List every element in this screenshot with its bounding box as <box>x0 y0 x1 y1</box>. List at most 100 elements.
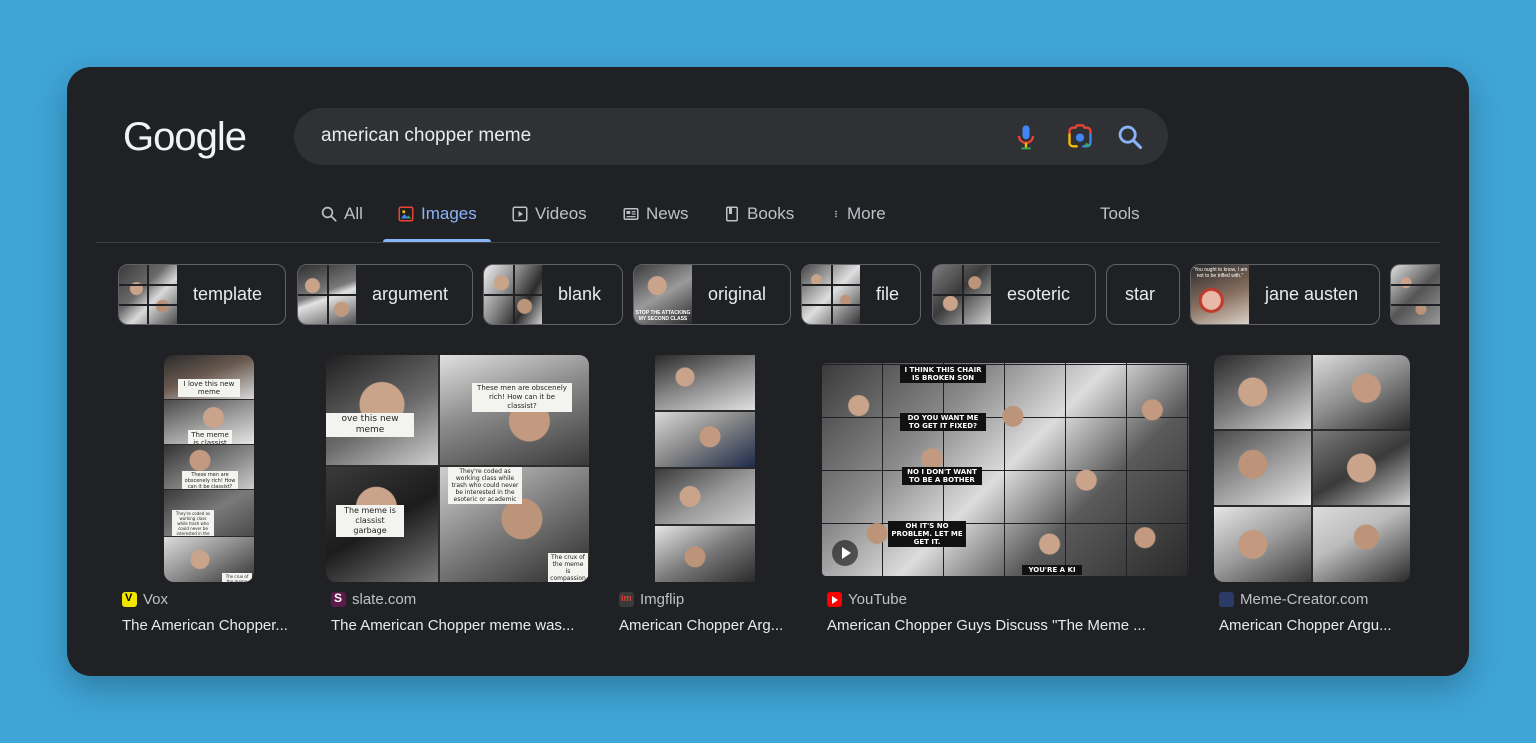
meme-caption: NO I DON'T WANT TO BE A BOTHER <box>902 467 982 485</box>
camera-lens-icon[interactable] <box>1066 123 1094 151</box>
result-source-meme-creator[interactable]: Meme-Creator.com <box>1219 591 1368 608</box>
result-meme-creator[interactable] <box>1214 355 1410 582</box>
meme-caption: YOU'RE A KI <box>1022 565 1082 575</box>
chip-thumbnail: STOP THE ATTACKING MY SECOND CLASS <box>634 265 692 324</box>
chip-thumbnail <box>933 265 991 324</box>
result-source-imgflip[interactable]: im Imgflip <box>619 591 684 608</box>
result-image[interactable] <box>1214 355 1410 582</box>
chip-esoteric[interactable]: esoteric <box>932 264 1096 325</box>
chip-star[interactable]: star <box>1106 264 1180 325</box>
meme-caption: I THINK THIS CHAIR IS BROKEN SON <box>900 365 986 383</box>
youtube-logo-icon <box>827 592 842 607</box>
mic-icon[interactable] <box>1012 123 1040 151</box>
result-source-vox[interactable]: V Vox <box>122 591 168 608</box>
result-vox[interactable]: I love this new meme The meme is classis… <box>164 355 254 582</box>
meme-panel: The meme is classist garbage <box>326 467 438 582</box>
chip-partial[interactable] <box>1390 264 1440 325</box>
meme-panel: I love this new meme <box>164 355 254 399</box>
chip-file[interactable]: file <box>801 264 921 325</box>
book-icon <box>726 206 738 222</box>
meme-panel: They're coded as working class while tra… <box>164 490 254 536</box>
result-title-slate[interactable]: The American Chopper meme was... <box>331 617 586 634</box>
tab-images[interactable]: Images <box>383 198 491 242</box>
google-logo[interactable]: Google <box>123 115 247 160</box>
result-title-vox[interactable]: The American Chopper... <box>122 617 297 634</box>
chip-blank[interactable]: blank <box>483 264 623 325</box>
tab-more-label: More <box>847 204 886 223</box>
search-box[interactable]: american chopper meme <box>294 108 1168 165</box>
meme-caption: They're coded as working class while tra… <box>172 510 214 536</box>
meme-creator-logo-icon <box>1219 592 1234 607</box>
tab-videos[interactable]: Videos <box>511 198 587 242</box>
tools-button[interactable]: Tools <box>1100 204 1140 224</box>
meme-caption: ove this new meme <box>326 413 414 437</box>
result-image[interactable] <box>655 355 755 582</box>
result-source-youtube[interactable]: YouTube <box>827 591 907 608</box>
vox-logo-icon: V <box>122 592 137 607</box>
search-results-window: Google american chopper meme All Images … <box>67 67 1469 676</box>
imgflip-logo-icon: im <box>619 592 634 607</box>
meme-caption: The meme is classist garbage <box>188 430 232 444</box>
result-image[interactable]: I THINK THIS CHAIR IS BROKEN SON DO YOU … <box>822 363 1189 576</box>
meme-caption: I love this new meme <box>178 379 240 397</box>
chip-thumbnail <box>484 265 542 324</box>
tab-all[interactable]: All <box>320 198 363 242</box>
tab-all-label: All <box>344 204 363 223</box>
meme-caption: OH IT'S NO PROBLEM. LET ME GET IT. <box>888 521 966 547</box>
tab-news-label: News <box>646 204 689 223</box>
chip-argument[interactable]: argument <box>297 264 473 325</box>
play-icon[interactable] <box>832 540 858 566</box>
chip-jane-austen[interactable]: "You ought to know, I am not to be trifl… <box>1190 264 1380 325</box>
result-title-imgflip[interactable]: American Chopper Arg... <box>619 617 794 634</box>
chip-label: original <box>708 284 767 304</box>
meme-panel <box>655 526 755 582</box>
chip-thumbnail: "You ought to know, I am not to be trifl… <box>1191 265 1249 324</box>
chip-thumb-caption: "You ought to know, I am not to be trifl… <box>1192 267 1248 279</box>
chip-original[interactable]: STOP THE ATTACKING MY SECOND CLASS origi… <box>633 264 791 325</box>
chip-label: esoteric <box>1007 284 1071 304</box>
meme-panel: They're coded as working class while tra… <box>440 467 589 582</box>
more-vert-icon <box>835 210 837 218</box>
slate-logo-icon: S <box>331 591 346 607</box>
search-input[interactable]: american chopper meme <box>321 125 531 147</box>
result-title-meme-creator[interactable]: American Chopper Argu... <box>1219 617 1399 634</box>
meme-caption: DO YOU WANT ME TO GET IT FIXED? <box>900 413 986 431</box>
chip-label: star <box>1125 284 1156 304</box>
newspaper-icon <box>623 208 639 220</box>
search-icon[interactable] <box>1116 123 1144 151</box>
chip-thumb-caption: STOP THE ATTACKING MY SECOND CLASS <box>635 310 691 322</box>
tab-news[interactable]: News <box>622 198 689 242</box>
tab-books-label: Books <box>747 204 795 223</box>
tabs-divider <box>96 242 1440 243</box>
result-source-label: Vox <box>143 591 169 608</box>
result-source-label: Meme-Creator.com <box>1240 591 1369 608</box>
meme-panel: The crux of the meme <box>164 537 254 582</box>
result-source-label: YouTube <box>848 591 907 608</box>
chip-label: blank <box>558 284 602 304</box>
result-image[interactable]: I love this new meme The meme is classis… <box>164 355 254 582</box>
meme-panel <box>1214 355 1311 429</box>
chip-label: argument <box>372 284 449 304</box>
chip-thumbnail <box>119 265 177 324</box>
result-image[interactable]: ove this new meme These men are obscenel… <box>326 355 589 582</box>
meme-panel: These men are obscenely rich! How can it… <box>440 355 589 465</box>
meme-caption: They're coded as working class while tra… <box>448 467 522 504</box>
chip-thumbnail <box>1391 265 1440 324</box>
meme-panel <box>1313 431 1410 505</box>
result-source-slate[interactable]: S slate.com <box>331 591 416 608</box>
chip-label: template <box>193 284 263 304</box>
play-icon <box>512 206 528 222</box>
tab-more[interactable]: More <box>831 198 886 242</box>
tab-images-label: Images <box>421 204 477 223</box>
meme-caption: The crux of the meme <box>222 573 252 582</box>
chip-template[interactable]: template <box>118 264 286 325</box>
result-slate[interactable]: ove this new meme These men are obscenel… <box>326 355 589 582</box>
result-youtube[interactable]: I THINK THIS CHAIR IS BROKEN SON DO YOU … <box>822 355 1189 576</box>
meme-collage: I THINK THIS CHAIR IS BROKEN SON DO YOU … <box>822 363 1189 576</box>
search-icon <box>321 206 337 222</box>
chip-label: jane austen <box>1265 284 1359 304</box>
result-imgflip[interactable] <box>655 355 755 582</box>
result-title-youtube[interactable]: American Chopper Guys Discuss "The Meme … <box>827 617 1157 634</box>
meme-caption: These men are obscenely rich! How can it… <box>472 383 572 412</box>
tab-books[interactable]: Books <box>723 198 794 242</box>
